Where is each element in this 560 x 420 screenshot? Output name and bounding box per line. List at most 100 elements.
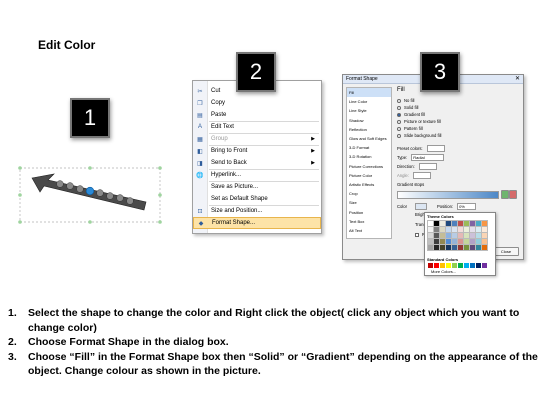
color-swatch[interactable] (476, 263, 481, 268)
dialog-close-icon[interactable]: ✕ (515, 75, 520, 84)
color-swatch[interactable] (427, 226, 434, 233)
color-swatch[interactable] (481, 238, 488, 245)
color-swatch[interactable] (452, 263, 457, 268)
nav-item[interactable]: Fill (347, 88, 391, 98)
nav-item[interactable]: 3-D Rotation (347, 152, 391, 161)
color-swatch[interactable] (433, 244, 440, 251)
color-swatch[interactable] (463, 226, 470, 233)
color-swatch[interactable] (464, 263, 469, 268)
menu-item[interactable]: ▤ Paste (193, 109, 321, 121)
color-swatch[interactable] (433, 226, 440, 233)
nav-item[interactable]: Text Box (347, 217, 391, 226)
color-swatch[interactable] (427, 238, 434, 245)
color-picker-button[interactable] (415, 203, 428, 210)
color-swatch[interactable] (475, 232, 482, 239)
color-swatch[interactable] (463, 232, 470, 239)
color-swatch[interactable] (457, 220, 464, 227)
menu-item[interactable]: 🌐 Hyperlink... (193, 169, 321, 181)
color-swatch[interactable] (475, 220, 482, 227)
fill-option[interactable]: Slide background fill (397, 132, 441, 139)
color-swatch[interactable] (481, 226, 488, 233)
color-swatch[interactable] (427, 220, 434, 227)
color-swatch[interactable] (457, 232, 464, 239)
color-swatch[interactable] (469, 220, 476, 227)
color-swatch[interactable] (439, 232, 446, 239)
color-swatch[interactable] (475, 226, 482, 233)
color-swatch[interactable] (469, 226, 476, 233)
fill-option[interactable]: Gradient fill (397, 111, 425, 118)
nav-item[interactable]: Size (347, 198, 391, 207)
color-swatch[interactable] (469, 238, 476, 245)
menu-item[interactable]: A Edit Text (193, 121, 321, 133)
nav-item[interactable]: Crop (347, 189, 391, 198)
color-swatch[interactable] (451, 226, 458, 233)
color-swatch[interactable] (481, 220, 488, 227)
preset-picker[interactable] (426, 145, 445, 152)
color-swatch[interactable] (446, 263, 451, 268)
color-swatch[interactable] (457, 244, 464, 251)
color-swatch[interactable] (427, 244, 434, 251)
radio-button[interactable] (397, 112, 401, 117)
color-swatch[interactable] (427, 232, 434, 239)
color-swatch[interactable] (463, 244, 470, 251)
nav-item[interactable]: 3-D Format (347, 143, 391, 152)
fill-option[interactable]: Solid fill (397, 104, 418, 111)
radio-button[interactable] (397, 126, 401, 131)
color-swatch[interactable] (481, 244, 488, 251)
rotate-checkbox[interactable] (415, 232, 419, 237)
color-swatch[interactable] (451, 232, 458, 239)
nav-item[interactable]: Line Style (347, 106, 391, 115)
menu-item[interactable]: ◧ Bring to Front ▶ (193, 145, 321, 157)
color-swatch[interactable] (458, 263, 463, 268)
nav-item[interactable]: Picture Corrections (347, 162, 391, 171)
color-swatch[interactable] (463, 238, 470, 245)
color-swatch[interactable] (439, 244, 446, 251)
color-swatch[interactable] (469, 232, 476, 239)
color-swatch[interactable] (475, 244, 482, 251)
radio-button[interactable] (397, 105, 401, 110)
add-stop-button[interactable] (501, 190, 509, 199)
fill-option[interactable]: No fill (397, 97, 414, 104)
color-swatch[interactable] (482, 263, 487, 268)
menu-item[interactable]: ⊡ Size and Position... (193, 205, 321, 217)
color-swatch[interactable] (481, 232, 488, 239)
color-swatch[interactable] (451, 220, 458, 227)
color-swatch[interactable] (433, 232, 440, 239)
more-colors-link[interactable]: More Colors... (431, 269, 456, 274)
color-swatch[interactable] (457, 226, 464, 233)
color-swatch[interactable] (445, 244, 452, 251)
color-swatch[interactable] (451, 244, 458, 251)
nav-item[interactable]: Reflection (347, 125, 391, 134)
nav-item[interactable]: Alt Text (347, 226, 391, 235)
nav-item[interactable]: Picture Color (347, 171, 391, 180)
radio-button[interactable] (397, 98, 401, 103)
color-swatch[interactable] (433, 238, 440, 245)
color-swatch[interactable] (463, 220, 470, 227)
color-swatch[interactable] (428, 263, 433, 268)
nav-item[interactable]: Shadow (347, 116, 391, 125)
close-button[interactable]: Close (493, 247, 519, 256)
direction-picker[interactable] (418, 163, 437, 170)
menu-item[interactable]: ◆ Format Shape... (193, 217, 321, 229)
color-swatch[interactable] (434, 263, 439, 268)
color-swatch[interactable] (445, 220, 452, 227)
remove-stop-button[interactable] (509, 190, 517, 199)
nav-item[interactable]: Glow and Soft Edges (347, 134, 391, 143)
fill-option[interactable]: Pattern fill (397, 125, 423, 132)
color-swatch[interactable] (475, 238, 482, 245)
menu-item[interactable]: ◨ Send to Back ▶ (193, 157, 321, 169)
color-swatch[interactable] (440, 263, 445, 268)
radio-button[interactable] (397, 119, 401, 124)
menu-item[interactable]: Set as Default Shape (193, 193, 321, 205)
color-swatch[interactable] (457, 238, 464, 245)
color-swatch[interactable] (445, 226, 452, 233)
fill-option[interactable]: Picture or texture fill (397, 118, 441, 125)
color-swatch[interactable] (439, 238, 446, 245)
color-swatch[interactable] (469, 244, 476, 251)
color-swatch[interactable] (445, 238, 452, 245)
color-swatch[interactable] (470, 263, 475, 268)
selected-arrow-shape[interactable] (18, 162, 164, 226)
angle-field[interactable] (412, 172, 431, 179)
gradient-stops-bar[interactable] (397, 191, 499, 199)
nav-item[interactable]: Line Color (347, 97, 391, 106)
